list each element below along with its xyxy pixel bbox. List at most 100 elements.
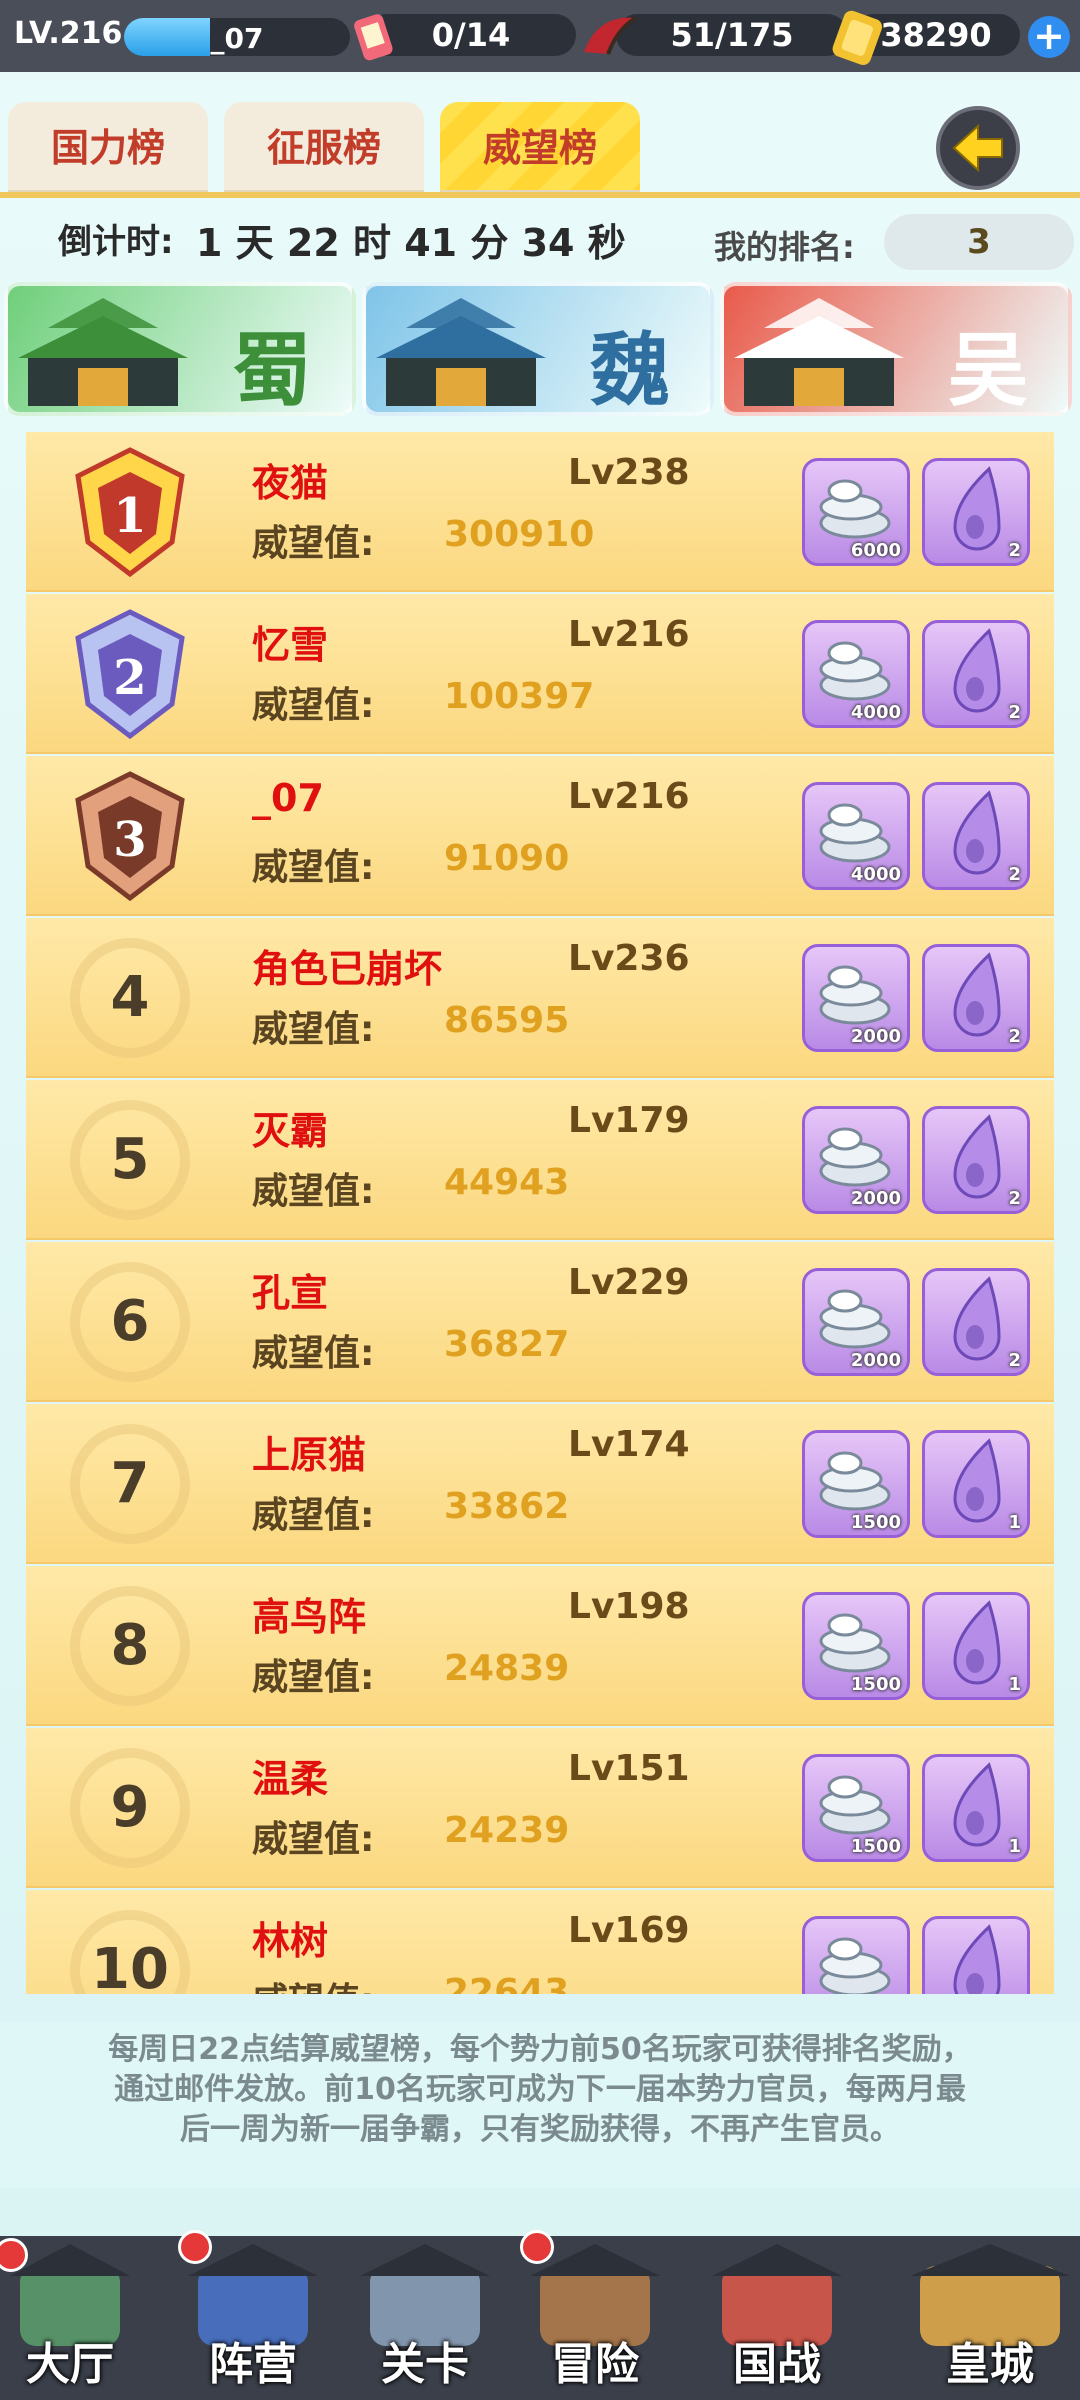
reward-spirit-drop[interactable]: 2 — [922, 1268, 1030, 1376]
leaderboard-row[interactable]: 8 高鸟阵 Lv198 威望值: 24839 1500 1 — [26, 1566, 1054, 1726]
reward-qty: 2000 — [850, 1188, 901, 1209]
token-count: 0/14 — [431, 16, 511, 54]
reward-spirit-drop[interactable]: 1 — [922, 1916, 1030, 1994]
rank-medal-icon: 1 — [75, 447, 185, 578]
leaderboard-row[interactable]: 1 夜猫 Lv238 威望值: 300910 6000 2 — [26, 432, 1054, 592]
reward-silver-coins[interactable]: 1500 — [802, 1754, 910, 1862]
prestige-value: 36827 — [444, 1324, 570, 1365]
reward-silver-coins[interactable]: 2000 — [802, 1106, 910, 1214]
leaderboard-row[interactable]: 3 _07 Lv216 威望值: 91090 4000 2 — [26, 756, 1054, 916]
prestige-value: 100397 — [444, 676, 595, 717]
leaderboard-row[interactable]: 5 灭霸 Lv179 威望值: 44943 2000 2 — [26, 1080, 1054, 1240]
prestige-label: 威望值: — [252, 1495, 375, 1536]
reward-silver-coins[interactable]: 4000 — [802, 620, 910, 728]
add-gold-button[interactable]: + — [1028, 16, 1070, 58]
prestige-label: 威望值: — [252, 1333, 375, 1374]
reward-silver-coins[interactable]: 6000 — [802, 458, 910, 566]
reward-silver-coins[interactable]: 2000 — [802, 1268, 910, 1376]
reward-qty: 1500 — [850, 1674, 901, 1695]
reward-qty: 2000 — [850, 1026, 901, 1047]
nav-item[interactable]: 关卡 — [350, 2236, 500, 2400]
nav-item[interactable]: 国战 — [702, 2236, 852, 2400]
prestige-value: 91090 — [444, 838, 570, 879]
faction-name: 吴 — [948, 324, 1028, 416]
rules-note-text: 每周日22点结算威望榜，每个势力前50名玩家可获得排名奖励，通过邮件发放。前10… — [108, 2032, 972, 2147]
reward-qty: 2 — [1008, 1188, 1021, 1209]
back-button[interactable] — [936, 106, 1020, 190]
reward-silver-coins[interactable]: 4000 — [802, 782, 910, 890]
nav-item[interactable]: 皇城 — [900, 2236, 1080, 2400]
reward-spirit-drop[interactable]: 1 — [922, 1430, 1030, 1538]
prestige-value: 24239 — [444, 1810, 570, 1851]
leaderboard-row[interactable]: 7 上原猫 Lv174 威望值: 33862 1500 1 — [26, 1404, 1054, 1564]
player-name: 孔宣 — [252, 1271, 329, 1315]
tab-conquest[interactable]: 征服榜 — [224, 102, 424, 194]
player-level: Lv151 — [568, 1748, 690, 1789]
nav-item[interactable]: 阵营 — [178, 2230, 328, 2400]
player-name: 夜猫 — [252, 461, 329, 505]
rank-number: 1 — [113, 488, 146, 544]
rank-number: 6 — [70, 1262, 190, 1382]
player-name: _07 — [252, 776, 324, 820]
xp-bar-name: _07 — [210, 22, 264, 55]
tab-prestige[interactable]: 威望榜 — [440, 102, 640, 194]
prestige-value: 86595 — [444, 1000, 570, 1041]
reward-spirit-drop[interactable]: 1 — [922, 1592, 1030, 1700]
reward-spirit-drop[interactable]: 2 — [922, 1106, 1030, 1214]
reward-spirit-drop[interactable]: 2 — [922, 944, 1030, 1052]
rank-number: 3 — [113, 812, 146, 868]
prestige-value: 44943 — [444, 1162, 570, 1203]
player-level: Lv174 — [568, 1424, 690, 1465]
nav-label: 阵营 — [209, 2339, 297, 2390]
leaderboard-list[interactable]: 1 夜猫 Lv238 威望值: 300910 6000 2 2 忆雪 Lv216 威望值: 10039… — [26, 432, 1054, 1994]
tab-national-power[interactable]: 国力榜 — [8, 102, 208, 194]
reward-qty: 4000 — [850, 702, 901, 723]
tab-label: 征服榜 — [266, 126, 381, 170]
reward-qty: 2 — [1008, 1026, 1021, 1047]
prestige-label: 威望值: — [252, 523, 375, 564]
nav-item[interactable]: 冒险 — [520, 2230, 670, 2400]
reward-silver-coins[interactable]: 1500 — [802, 1430, 910, 1538]
rank-number: 4 — [70, 938, 190, 1058]
top-resource-bar: LV.216 _07 0/14 51/175 38290 + — [0, 0, 1080, 72]
reward-qty: 6000 — [850, 540, 901, 561]
rank-medal-icon: 3 — [75, 771, 185, 902]
silver-coins-icon — [819, 1937, 891, 1994]
my-rank-label: 我的排名: — [714, 228, 855, 266]
reward-qty: 2 — [1008, 1350, 1021, 1371]
reward-spirit-drop[interactable]: 1 — [922, 1754, 1030, 1862]
faction-name: 蜀 — [232, 324, 312, 416]
reward-spirit-drop[interactable]: 2 — [922, 782, 1030, 890]
leaderboard-row[interactable]: 4 角色已崩坏 Lv236 威望值: 86595 2000 2 — [26, 918, 1054, 1078]
leaderboard-row[interactable]: 9 温柔 Lv151 威望值: 24239 1500 1 — [26, 1728, 1054, 1888]
faction-banner[interactable]: 蜀 — [4, 282, 356, 416]
gold-ingot-icon — [832, 10, 883, 66]
reward-qty: 4000 — [850, 864, 901, 885]
reward-spirit-drop[interactable]: 2 — [922, 458, 1030, 566]
faction-banner[interactable]: 吴 — [720, 282, 1072, 416]
my-rank-value: 3 — [884, 214, 1074, 270]
prestige-value: 33862 — [444, 1486, 570, 1527]
rank-number: 5 — [70, 1100, 190, 1220]
reward-qty: 1 — [1008, 1674, 1021, 1695]
reward-qty: 1500 — [850, 1512, 901, 1533]
player-name: 林树 — [252, 1919, 329, 1963]
purple-drop-icon — [953, 1924, 1001, 1994]
leaderboard-row[interactable]: 2 忆雪 Lv216 威望值: 100397 4000 2 — [26, 594, 1054, 754]
reward-spirit-drop[interactable]: 2 — [922, 620, 1030, 728]
charm-ticket-icon — [354, 14, 393, 61]
nav-item[interactable]: 大厅 — [0, 2236, 140, 2400]
prestige-value: 22643 — [444, 1972, 570, 1994]
player-level: Lv198 — [568, 1586, 690, 1627]
reward-qty: 2000 — [850, 1350, 901, 1371]
reward-silver-coins[interactable]: 2000 — [802, 944, 910, 1052]
player-level: Lv216 — [568, 614, 690, 655]
notification-dot — [520, 2230, 554, 2264]
leaderboard-row[interactable]: 6 孔宣 Lv229 威望值: 36827 2000 2 — [26, 1242, 1054, 1402]
reward-silver-coins[interactable]: 1500 — [802, 1592, 910, 1700]
rank-number: 2 — [113, 650, 146, 706]
reward-silver-coins[interactable]: 1500 — [802, 1916, 910, 1994]
prestige-label: 威望值: — [252, 1972, 374, 1994]
leaderboard-row[interactable]: 10 林树 Lv169 威望值: 22643 15001 — [26, 1890, 1054, 1994]
faction-banner[interactable]: 魏 — [362, 282, 714, 416]
